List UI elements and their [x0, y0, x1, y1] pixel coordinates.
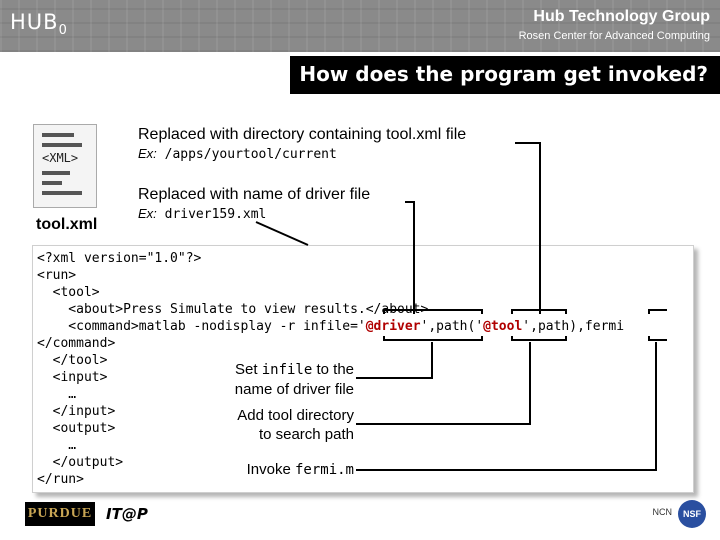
purdue-logo: PURDUE: [25, 502, 95, 526]
directory-example: Ex: /apps/yourtool/current: [138, 146, 337, 162]
driver-example: Ex: driver159.xml: [138, 206, 266, 222]
note-line: Invoke fermi.m: [200, 460, 354, 480]
directory-caption: Replaced with directory containing tool.…: [138, 126, 467, 143]
note-line: name of driver file: [234, 381, 354, 398]
example-prefix: Ex:: [138, 206, 157, 221]
note-code: fermi.m: [294, 462, 354, 478]
tool-placeholder: @tool: [483, 319, 523, 334]
itap-logo: IT@P: [106, 502, 164, 526]
connector-driver-example: [255, 221, 309, 246]
code-line: </run>: [37, 472, 84, 487]
code-line: <tool>: [37, 285, 100, 300]
note-invoke: Invoke fermi.m: [200, 460, 354, 480]
note-line: to search path: [258, 426, 354, 443]
note-text: Set: [235, 361, 258, 378]
code-line-command: <command>matlab -nodisplay -r infile='@d…: [37, 318, 624, 335]
note-text: Invoke: [246, 461, 291, 478]
code-line: <?xml version="1.0"?>: [37, 251, 202, 266]
note-text: to the: [316, 361, 354, 378]
note-code: infile: [261, 362, 313, 378]
driver-example-value: driver159.xml: [164, 207, 267, 222]
nsf-logo: NSF: [678, 500, 706, 528]
example-prefix: Ex:: [138, 146, 157, 161]
doc-line: [42, 133, 74, 137]
doc-line: [42, 191, 82, 195]
driver-caption: Replaced with name of driver file: [138, 186, 371, 203]
note-add-tool-dir: Add tool directory to search path: [200, 406, 354, 444]
doc-line: [42, 181, 62, 185]
code-line: </input>: [37, 404, 116, 419]
note-line: Add tool directory: [237, 407, 354, 424]
code-line: <about>Press Simulate to view results.</…: [37, 302, 429, 317]
ncn-logo: NCN: [652, 507, 673, 517]
code-segment: ',path),fermi: [522, 319, 625, 334]
code-line: …: [37, 387, 77, 402]
driver-placeholder: @driver: [365, 319, 421, 334]
header-banner: HUB0 Hub Technology Group Rosen Center f…: [0, 0, 720, 52]
group-title: Hub Technology Group: [533, 8, 710, 25]
code-line: </output>: [37, 455, 124, 470]
doc-xml-label: <XML>: [42, 151, 79, 165]
doc-line: [42, 171, 70, 175]
code-line: </command>: [37, 336, 116, 351]
code-line: …: [37, 438, 77, 453]
code-line: <output>: [37, 421, 116, 436]
note-line: Set infile to the: [200, 360, 354, 380]
code-box: [32, 245, 694, 493]
hub-logo-text: HUB: [10, 10, 59, 34]
code-line: <run>: [37, 268, 77, 283]
group-subtitle: Rosen Center for Advanced Computing: [518, 30, 710, 42]
code-segment: ',path(': [420, 319, 484, 334]
directory-example-value: /apps/yourtool/current: [164, 147, 337, 162]
code-line: </tool>: [37, 353, 108, 368]
doc-line: [42, 143, 82, 147]
tool-xml-label: tool.xml: [36, 216, 98, 233]
slide-title-bar: How does the program get invoked?: [290, 56, 720, 94]
hub-logo: HUB0: [10, 10, 68, 38]
slide-title: How does the program get invoked?: [299, 62, 708, 86]
xml-document-icon: <XML>: [33, 124, 97, 208]
code-segment: <command>matlab -nodisplay -r infile=': [37, 319, 366, 334]
code-line: <input>: [37, 370, 108, 385]
note-set-infile: Set infile to the name of driver file: [200, 360, 354, 399]
hub-logo-sub: 0: [58, 23, 68, 39]
